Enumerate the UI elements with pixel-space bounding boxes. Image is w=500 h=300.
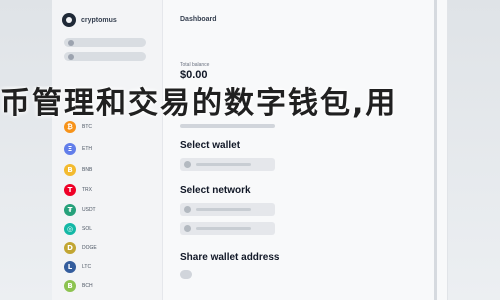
coin-label: BCH xyxy=(82,283,93,289)
doge-icon: D xyxy=(64,242,76,254)
coin-label: LTC xyxy=(82,264,92,270)
usdt-icon: ₮ xyxy=(64,204,76,216)
main-panel: Dashboard Total balance $0.00 Select wal… xyxy=(170,0,400,300)
circle-icon xyxy=(68,39,74,46)
bch-icon: B xyxy=(64,280,76,292)
circle-icon xyxy=(68,53,74,60)
placeholder-bar xyxy=(196,208,251,211)
sidebar-coin-sol[interactable]: ◎ SOL xyxy=(64,222,92,236)
coin-label: SOL xyxy=(82,226,93,232)
sidebar-coin-eth[interactable]: Ξ ETH xyxy=(64,142,92,156)
coin-label: BNB xyxy=(82,167,93,173)
network-select[interactable] xyxy=(180,203,275,216)
btc-icon: ₿ xyxy=(64,121,76,133)
page-title: Dashboard xyxy=(180,16,217,23)
sidebar-coin-bnb[interactable]: B BNB xyxy=(64,163,92,177)
background-right xyxy=(446,0,500,300)
brand[interactable]: cryptomus xyxy=(62,10,117,30)
sidebar-coin-usdt[interactable]: ₮ USDT xyxy=(64,203,96,217)
coin-label: DOGE xyxy=(82,245,97,251)
wallet-select[interactable] xyxy=(180,158,275,171)
eth-icon: Ξ xyxy=(64,143,76,155)
sidebar-coin-bch[interactable]: B BCH xyxy=(64,279,93,293)
balance-value: $0.00 xyxy=(180,69,208,81)
sidebar-coin-btc[interactable]: ₿ BTC xyxy=(64,120,92,134)
network-icon xyxy=(184,225,191,232)
sidebar-coin-ltc[interactable]: L LTC xyxy=(64,260,91,274)
sidebar-item-1[interactable] xyxy=(64,38,146,47)
sidebar-coin-doge[interactable]: D DOGE xyxy=(64,241,97,255)
brand-name: cryptomus xyxy=(81,16,117,24)
trx-icon: T xyxy=(64,184,76,196)
sidebar-coin-trx[interactable]: T TRX xyxy=(64,183,92,197)
logo-icon xyxy=(62,13,76,27)
sidebar-item-2[interactable] xyxy=(64,52,146,61)
network-icon xyxy=(184,206,191,213)
overlay-banner-text: 币管理和交易的数字钱包,用 xyxy=(0,86,398,121)
sol-icon: ◎ xyxy=(64,223,76,235)
coin-label: USDT xyxy=(82,207,96,213)
background-left xyxy=(0,0,52,300)
coin-label: BTC xyxy=(82,124,92,130)
address-field[interactable] xyxy=(180,270,192,279)
select-network-title: Select network xyxy=(180,185,251,196)
share-wallet-title: Share wallet address xyxy=(180,252,280,263)
scrollbar[interactable] xyxy=(434,0,437,300)
placeholder-bar xyxy=(180,124,275,128)
balance-label: Total balance xyxy=(180,62,210,68)
placeholder-bar xyxy=(196,227,251,230)
coin-label: TRX xyxy=(82,187,92,193)
network-option[interactable] xyxy=(180,222,275,235)
sidebar: cryptomus ₿ BTC Ξ ETH B BNB T TRX ₮ USDT ◎ SOL D DOGE… xyxy=(52,0,163,300)
bnb-icon: B xyxy=(64,164,76,176)
wallet-icon xyxy=(184,161,191,168)
select-wallet-title: Select wallet xyxy=(180,140,241,151)
ltc-icon: L xyxy=(64,261,76,273)
placeholder-bar xyxy=(196,163,251,166)
coin-label: ETH xyxy=(82,146,92,152)
